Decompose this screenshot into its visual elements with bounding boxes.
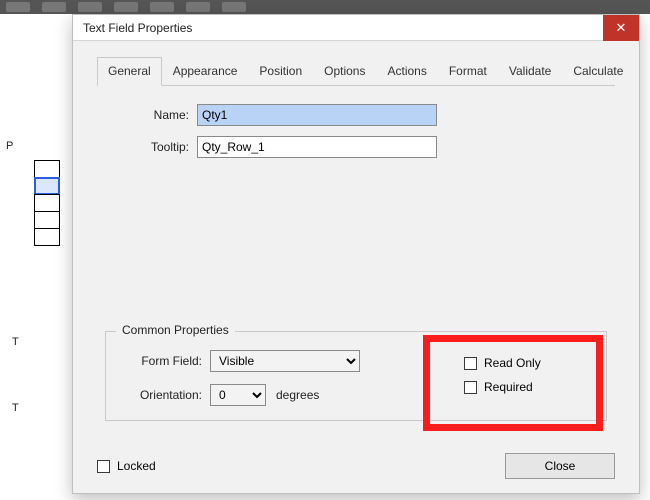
close-button[interactable]: Close (505, 453, 615, 479)
name-label: Name: (113, 108, 189, 122)
name-input[interactable] (197, 104, 437, 126)
readonly-label: Read Only (484, 356, 541, 370)
orientation-unit: degrees (276, 388, 319, 402)
checkbox-icon (97, 460, 110, 473)
tooltip-input[interactable] (197, 136, 437, 158)
bg-label-t1: T (12, 336, 19, 348)
required-checkbox[interactable]: Required (464, 380, 600, 394)
dialog-titlebar[interactable]: Text Field Properties ✕ (73, 15, 639, 41)
tab-general[interactable]: General (97, 57, 162, 86)
tab-validate[interactable]: Validate (498, 57, 562, 86)
flags-area: Read Only Required (464, 346, 600, 404)
close-icon[interactable]: ✕ (603, 15, 639, 41)
readonly-checkbox[interactable]: Read Only (464, 356, 600, 370)
dialog-title: Text Field Properties (83, 21, 192, 35)
tab-strip: General Appearance Position Options Acti… (97, 57, 615, 86)
dialog-footer: Locked Close (97, 453, 615, 479)
tab-actions[interactable]: Actions (376, 57, 437, 86)
locked-checkbox[interactable]: Locked (97, 459, 156, 473)
bg-label-t2: T (12, 402, 19, 414)
orientation-label: Orientation: (122, 388, 202, 402)
required-label: Required (484, 380, 533, 394)
tab-calculate[interactable]: Calculate (562, 57, 634, 86)
checkbox-icon (464, 381, 477, 394)
tab-format[interactable]: Format (438, 57, 498, 86)
tab-panel-general: Name: Tooltip: (73, 86, 639, 176)
orientation-select[interactable]: 0 (210, 384, 266, 406)
app-toolbar (0, 0, 650, 14)
tab-appearance[interactable]: Appearance (162, 57, 249, 86)
checkbox-icon (464, 357, 477, 370)
bg-field-list (34, 160, 60, 245)
bg-label-p: P (6, 140, 13, 152)
form-field-select[interactable]: Visible (210, 350, 360, 372)
text-field-properties-dialog: Text Field Properties ✕ General Appearan… (72, 14, 640, 494)
common-properties-group: Common Properties Form Field: Visible Or… (105, 331, 607, 421)
tab-position[interactable]: Position (248, 57, 313, 86)
group-legend: Common Properties (116, 323, 235, 337)
locked-label: Locked (117, 459, 156, 473)
form-field-label: Form Field: (122, 354, 202, 368)
tab-options[interactable]: Options (313, 57, 376, 86)
tooltip-label: Tooltip: (113, 140, 189, 154)
